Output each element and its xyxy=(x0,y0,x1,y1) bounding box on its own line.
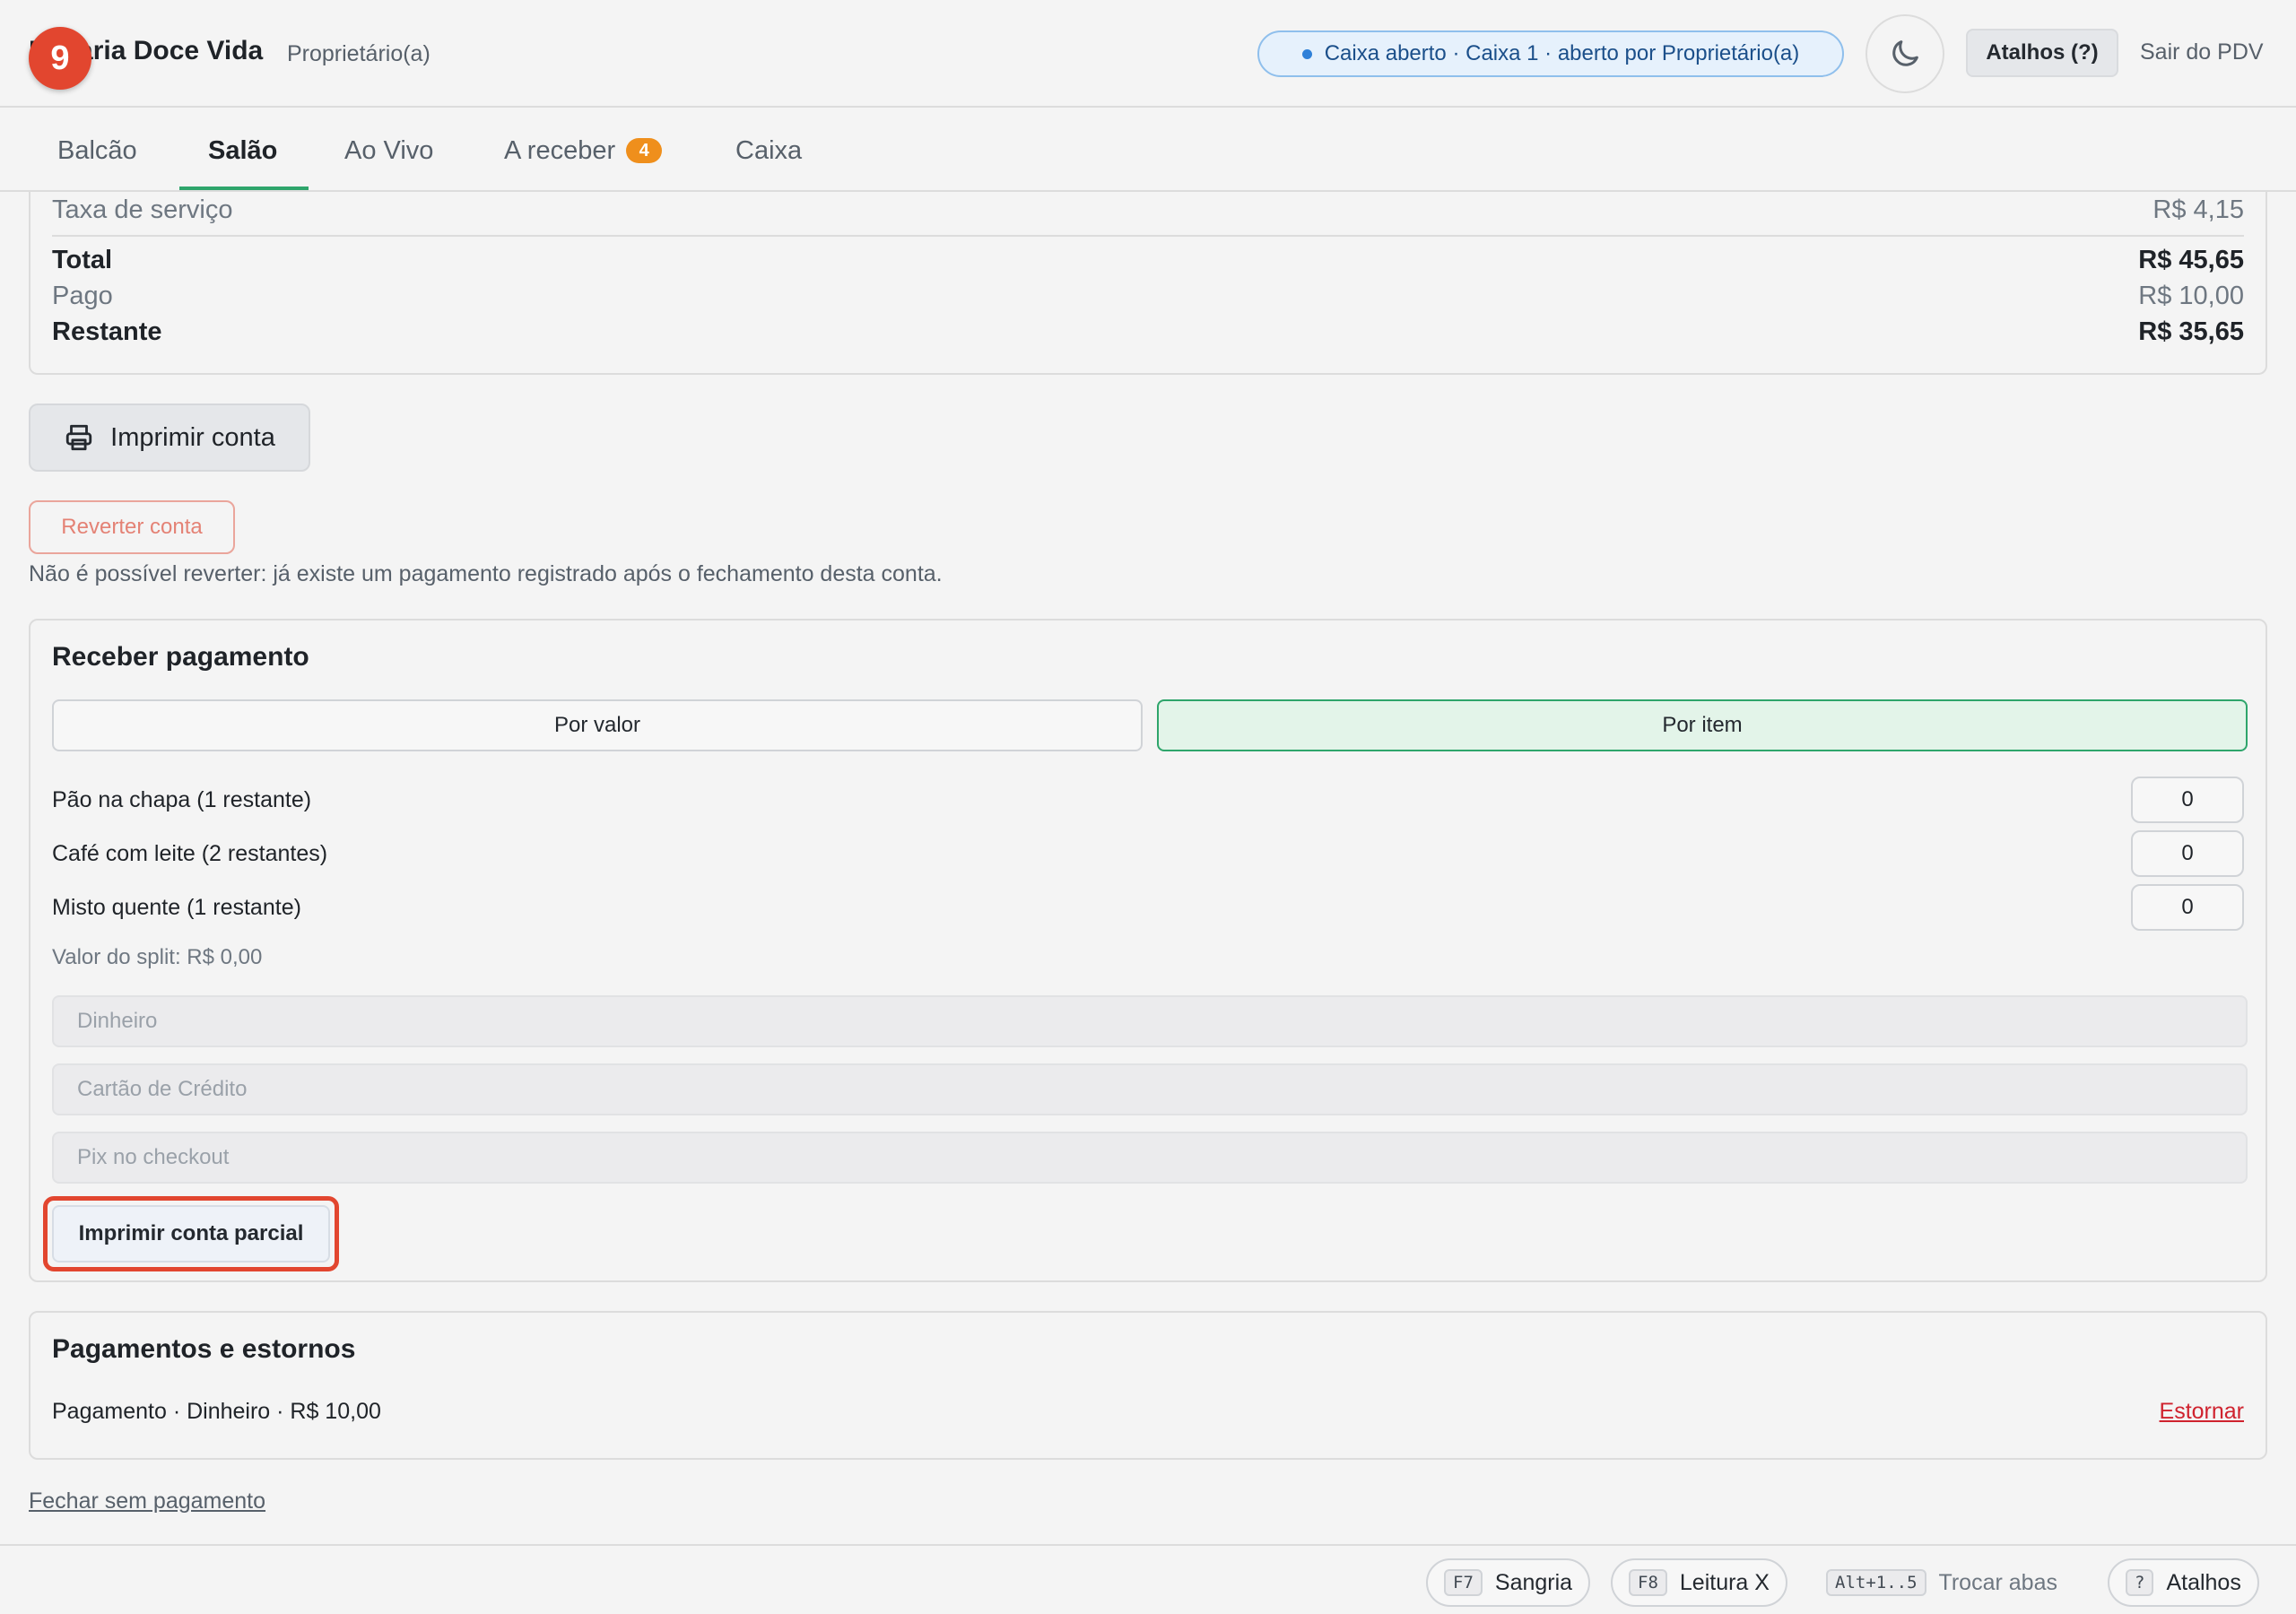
payment-history-panel: Pagamentos e estornos Pagamento · Dinhei… xyxy=(29,1311,2267,1460)
user-role: Proprietário(a) xyxy=(287,41,430,66)
main-tabs: Balcão Salão Ao Vivo A receber 4 Caixa xyxy=(0,109,2296,192)
tab-balcao[interactable]: Balcão xyxy=(57,109,137,192)
total-label: Total xyxy=(52,246,113,274)
split-item-label: Pão na chapa (1 restante) xyxy=(52,787,312,812)
sangria-shortcut-button[interactable]: F7 Sangria xyxy=(1426,1558,1591,1607)
paid-label: Pago xyxy=(52,282,113,310)
split-item-label: Café com leite (2 restantes) xyxy=(52,841,328,866)
reverse-payment-link[interactable]: Estornar xyxy=(2160,1399,2244,1425)
close-without-payment-link[interactable]: Fechar sem pagamento xyxy=(29,1488,265,1514)
tab-ao-vivo[interactable]: Ao Vivo xyxy=(344,109,433,192)
service-fee-label: Taxa de serviço xyxy=(52,195,233,224)
remaining-row: Restante R$ 35,65 xyxy=(52,317,2244,347)
leitura-x-label: Leitura X xyxy=(1679,1569,1770,1595)
method-cash-button[interactable]: Dinheiro xyxy=(52,995,2248,1047)
revert-disabled-note: Não é possível reverter: já existe um pa… xyxy=(29,561,943,586)
leitura-x-shortcut-button[interactable]: F8 Leitura X xyxy=(1611,1558,1787,1607)
cash-register-status-text: Caixa aberto · Caixa 1 · aberto por Prop… xyxy=(1324,41,1800,65)
receive-payment-panel: Receber pagamento Por valor Por item Pão… xyxy=(29,619,2267,1282)
payment-history-title: Pagamentos e estornos xyxy=(52,1334,356,1364)
split-by-item-button[interactable]: Por item xyxy=(1157,699,2248,751)
leitura-x-key: F8 xyxy=(1629,1569,1667,1596)
method-pix-button[interactable]: Pix no checkout xyxy=(52,1132,2248,1184)
help-label: Atalhos xyxy=(2166,1569,2241,1595)
split-item-row: Café com leite (2 restantes) 0 xyxy=(52,830,2244,877)
help-key: ? xyxy=(2126,1569,2154,1596)
top-bar: Padaria Doce Vida Proprietário(a) 9 Caix… xyxy=(0,0,2296,108)
moon-icon xyxy=(1892,40,1918,66)
print-bill-button[interactable]: Imprimir conta xyxy=(29,404,310,472)
receive-payment-title: Receber pagamento xyxy=(52,642,309,672)
split-item-label: Misto quente (1 restante) xyxy=(52,895,301,920)
revert-bill-button[interactable]: Reverter conta xyxy=(29,500,235,554)
active-tab-indicator xyxy=(179,187,309,190)
sangria-label: Sangria xyxy=(1494,1569,1573,1595)
service-fee-row: Taxa de serviço R$ 4,15 xyxy=(52,195,2244,225)
bill-totals: Taxa de serviço R$ 4,15 Total R$ 45,65 P… xyxy=(29,192,2267,375)
split-item-qty-input[interactable]: 0 xyxy=(2131,884,2244,931)
tab-salao[interactable]: Salão xyxy=(208,109,277,192)
shortcuts-button[interactable]: Atalhos (?) xyxy=(1966,29,2118,77)
totals-divider xyxy=(52,235,2244,237)
tab-a-receber-label: A receber xyxy=(504,135,616,165)
total-value: R$ 45,65 xyxy=(2138,246,2244,274)
split-by-value-button[interactable]: Por valor xyxy=(52,699,1143,751)
paid-value: R$ 10,00 xyxy=(2138,282,2244,310)
pending-count-badge: 4 xyxy=(626,138,663,163)
shortcut-footer: F7 Sangria F8 Leitura X Alt+1..5 Trocar … xyxy=(0,1544,2296,1614)
split-item-row: Pão na chapa (1 restante) 0 xyxy=(52,777,2244,823)
tab-caixa[interactable]: Caixa xyxy=(735,109,802,192)
cash-register-status: Caixa aberto · Caixa 1 · aberto por Prop… xyxy=(1257,30,1844,77)
method-credit-card-button[interactable]: Cartão de Crédito xyxy=(52,1063,2248,1115)
payment-entry: Pagamento · Dinheiro · R$ 10,00 xyxy=(52,1399,381,1424)
sangria-key: F7 xyxy=(1444,1569,1483,1596)
printer-icon xyxy=(65,424,92,451)
remaining-label: Restante xyxy=(52,317,162,346)
switch-tabs-key: Alt+1..5 xyxy=(1826,1569,1926,1596)
service-fee-value: R$ 4,15 xyxy=(2152,195,2244,224)
split-item-row: Misto quente (1 restante) 0 xyxy=(52,884,2244,931)
split-item-qty-input[interactable]: 0 xyxy=(2131,777,2244,823)
print-bill-label: Imprimir conta xyxy=(110,422,275,452)
split-amount-note: Valor do split: R$ 0,00 xyxy=(52,945,263,969)
switch-tabs-label: Trocar abas xyxy=(1938,1569,2057,1595)
tab-a-receber[interactable]: A receber 4 xyxy=(504,109,663,192)
help-shortcut-button[interactable]: ? Atalhos xyxy=(2108,1558,2259,1607)
split-item-qty-input[interactable]: 0 xyxy=(2131,830,2244,877)
step-badge: 9 xyxy=(29,27,91,90)
status-dot-icon xyxy=(1301,48,1312,59)
switch-tabs-hint: Alt+1..5 Trocar abas xyxy=(1810,1558,2074,1607)
print-partial-bill-button[interactable]: Imprimir conta parcial xyxy=(52,1205,330,1263)
theme-toggle-button[interactable] xyxy=(1866,14,1944,93)
paid-row: Pago R$ 10,00 xyxy=(52,282,2244,311)
logout-link[interactable]: Sair do PDV xyxy=(2140,39,2264,65)
total-row: Total R$ 45,65 xyxy=(52,246,2244,275)
remaining-value: R$ 35,65 xyxy=(2138,317,2244,346)
